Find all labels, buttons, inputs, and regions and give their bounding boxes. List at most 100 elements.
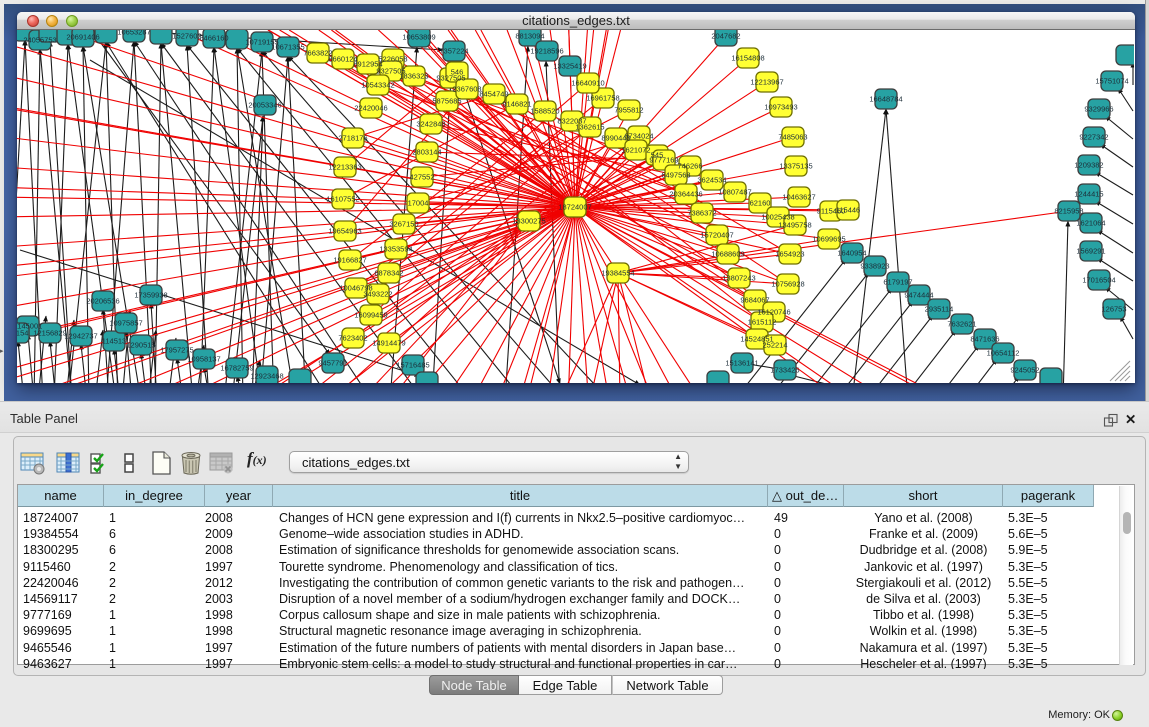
svg-text:1654923: 1654923: [775, 250, 804, 259]
svg-text:7623402: 7623402: [338, 334, 367, 343]
svg-text:20691406: 20691406: [66, 33, 99, 42]
svg-text:8215958: 8215958: [1054, 207, 1083, 216]
svg-text:3493222: 3493222: [363, 290, 392, 299]
svg-text:16154808: 16154808: [731, 54, 764, 63]
svg-text:427552: 427552: [409, 173, 434, 182]
svg-text:10975857: 10975857: [109, 319, 142, 328]
svg-text:9777169: 9777169: [649, 156, 678, 165]
svg-text:3267150: 3267150: [389, 220, 418, 229]
svg-text:13325419: 13325419: [553, 62, 586, 71]
svg-text:20364436: 20364436: [669, 190, 702, 199]
svg-text:8813094: 8813094: [515, 32, 544, 41]
svg-text:16782759: 16782759: [220, 364, 253, 373]
svg-text:15751074: 15751074: [1095, 77, 1128, 86]
svg-text:10699695: 10699695: [812, 235, 845, 244]
svg-text:9146821: 9146821: [502, 100, 531, 109]
svg-text:16640910: 16640910: [571, 79, 604, 88]
svg-text:12156829: 12156829: [33, 329, 66, 338]
svg-text:2367608: 2367608: [452, 85, 481, 94]
svg-text:19654963: 19654963: [328, 227, 361, 236]
svg-text:1733426: 1733426: [770, 366, 799, 375]
svg-text:10671355: 10671355: [271, 43, 304, 52]
svg-text:2935114: 2935114: [925, 305, 954, 314]
svg-text:9227342: 9227342: [1079, 133, 1108, 142]
svg-text:9474444: 9474444: [904, 291, 933, 300]
svg-text:8454749: 8454749: [479, 90, 508, 99]
svg-text:2803144: 2803144: [412, 148, 441, 157]
svg-text:7357224: 7357224: [439, 47, 468, 56]
svg-text:10653287: 10653287: [117, 30, 150, 37]
svg-text:13375135: 13375135: [779, 162, 812, 171]
svg-text:19218596: 19218596: [530, 47, 563, 56]
svg-text:1362615: 1362615: [575, 123, 604, 132]
svg-text:1209382: 1209382: [1074, 161, 1103, 170]
svg-text:3242848: 3242848: [416, 120, 445, 129]
svg-text:114513: 114513: [102, 337, 126, 346]
svg-text:7632621: 7632621: [947, 320, 976, 329]
svg-text:2047682: 2047682: [711, 32, 740, 41]
svg-text:1588520: 1588520: [530, 107, 559, 116]
svg-text:13300275: 13300275: [512, 217, 545, 226]
svg-text:1569291: 1569291: [1076, 247, 1105, 256]
svg-text:6466160: 6466160: [199, 34, 228, 43]
svg-text:1290515: 1290515: [126, 341, 155, 350]
svg-text:8471636: 8471636: [970, 335, 999, 344]
svg-text:10653809: 10653809: [402, 33, 435, 42]
svg-text:7386372: 7386372: [687, 209, 716, 218]
svg-text:22420046: 22420046: [354, 104, 387, 113]
svg-text:10688609: 10688609: [711, 250, 744, 259]
svg-text:12923468: 12923468: [250, 372, 283, 381]
svg-text:16099459: 16099459: [354, 311, 387, 320]
svg-text:9684067: 9684067: [740, 296, 769, 305]
svg-text:17359938: 17359938: [134, 291, 167, 300]
svg-text:10756928: 10756928: [771, 280, 804, 289]
svg-text:20053346: 20053346: [248, 101, 281, 110]
svg-text:16961758: 16961758: [586, 94, 619, 103]
svg-text:546: 546: [451, 68, 464, 77]
svg-text:19166827: 19166827: [333, 256, 366, 265]
svg-text:13807243: 13807243: [722, 274, 755, 283]
svg-text:1615112: 1615112: [748, 318, 777, 327]
svg-text:12213363: 12213363: [328, 163, 361, 172]
svg-text:746266: 746266: [677, 162, 702, 171]
svg-text:24055753: 24055753: [23, 36, 56, 45]
svg-text:6179197: 6179197: [883, 278, 912, 287]
svg-text:6734024: 6734024: [624, 132, 653, 141]
svg-text:17004: 17004: [408, 199, 429, 208]
svg-text:20206536: 20206536: [86, 297, 119, 306]
svg-text:18724007: 18724007: [558, 203, 591, 212]
svg-text:7955812: 7955812: [614, 106, 643, 115]
svg-text:16648784: 16648784: [869, 95, 902, 104]
svg-text:13353594: 13353594: [379, 245, 412, 254]
svg-text:9457791: 9457791: [318, 359, 347, 368]
svg-text:115446: 115446: [836, 206, 860, 215]
svg-text:17957275: 17957275: [160, 346, 193, 355]
svg-text:14914479: 14914479: [372, 339, 405, 348]
svg-text:1244415: 1244415: [1074, 190, 1103, 199]
svg-text:16107552: 16107552: [326, 195, 359, 204]
svg-text:2718176: 2718176: [338, 134, 367, 143]
svg-text:62160: 62160: [750, 199, 771, 208]
svg-text:1621064: 1621064: [1076, 219, 1105, 228]
svg-text:5226058: 5226058: [378, 55, 407, 64]
svg-text:10654112: 10654112: [987, 349, 1020, 358]
svg-text:19384554: 19384554: [601, 269, 634, 278]
svg-text:13495758: 13495758: [778, 221, 811, 230]
svg-text:5875685: 5875685: [432, 97, 461, 106]
svg-text:12942737: 12942737: [64, 332, 97, 341]
svg-text:12213967: 12213967: [750, 78, 783, 87]
svg-text:10958137: 10958137: [187, 355, 220, 364]
svg-text:10973493: 10973493: [764, 103, 797, 112]
svg-text:1621072: 1621072: [621, 146, 650, 155]
svg-text:15720407: 15720407: [700, 231, 733, 240]
svg-text:1640954: 1640954: [837, 249, 866, 258]
svg-text:9329966: 9329966: [1084, 105, 1113, 114]
svg-text:252214: 252214: [762, 341, 787, 350]
svg-text:39154: 39154: [17, 329, 28, 338]
svg-text:1527602: 1527602: [172, 32, 201, 41]
svg-text:9338923: 9338923: [860, 262, 889, 271]
svg-text:10543342: 10543342: [361, 81, 394, 90]
svg-text:17016504: 17016504: [1082, 276, 1115, 285]
svg-text:3624534: 3624534: [697, 176, 726, 185]
svg-text:1836323: 1836323: [399, 72, 428, 81]
